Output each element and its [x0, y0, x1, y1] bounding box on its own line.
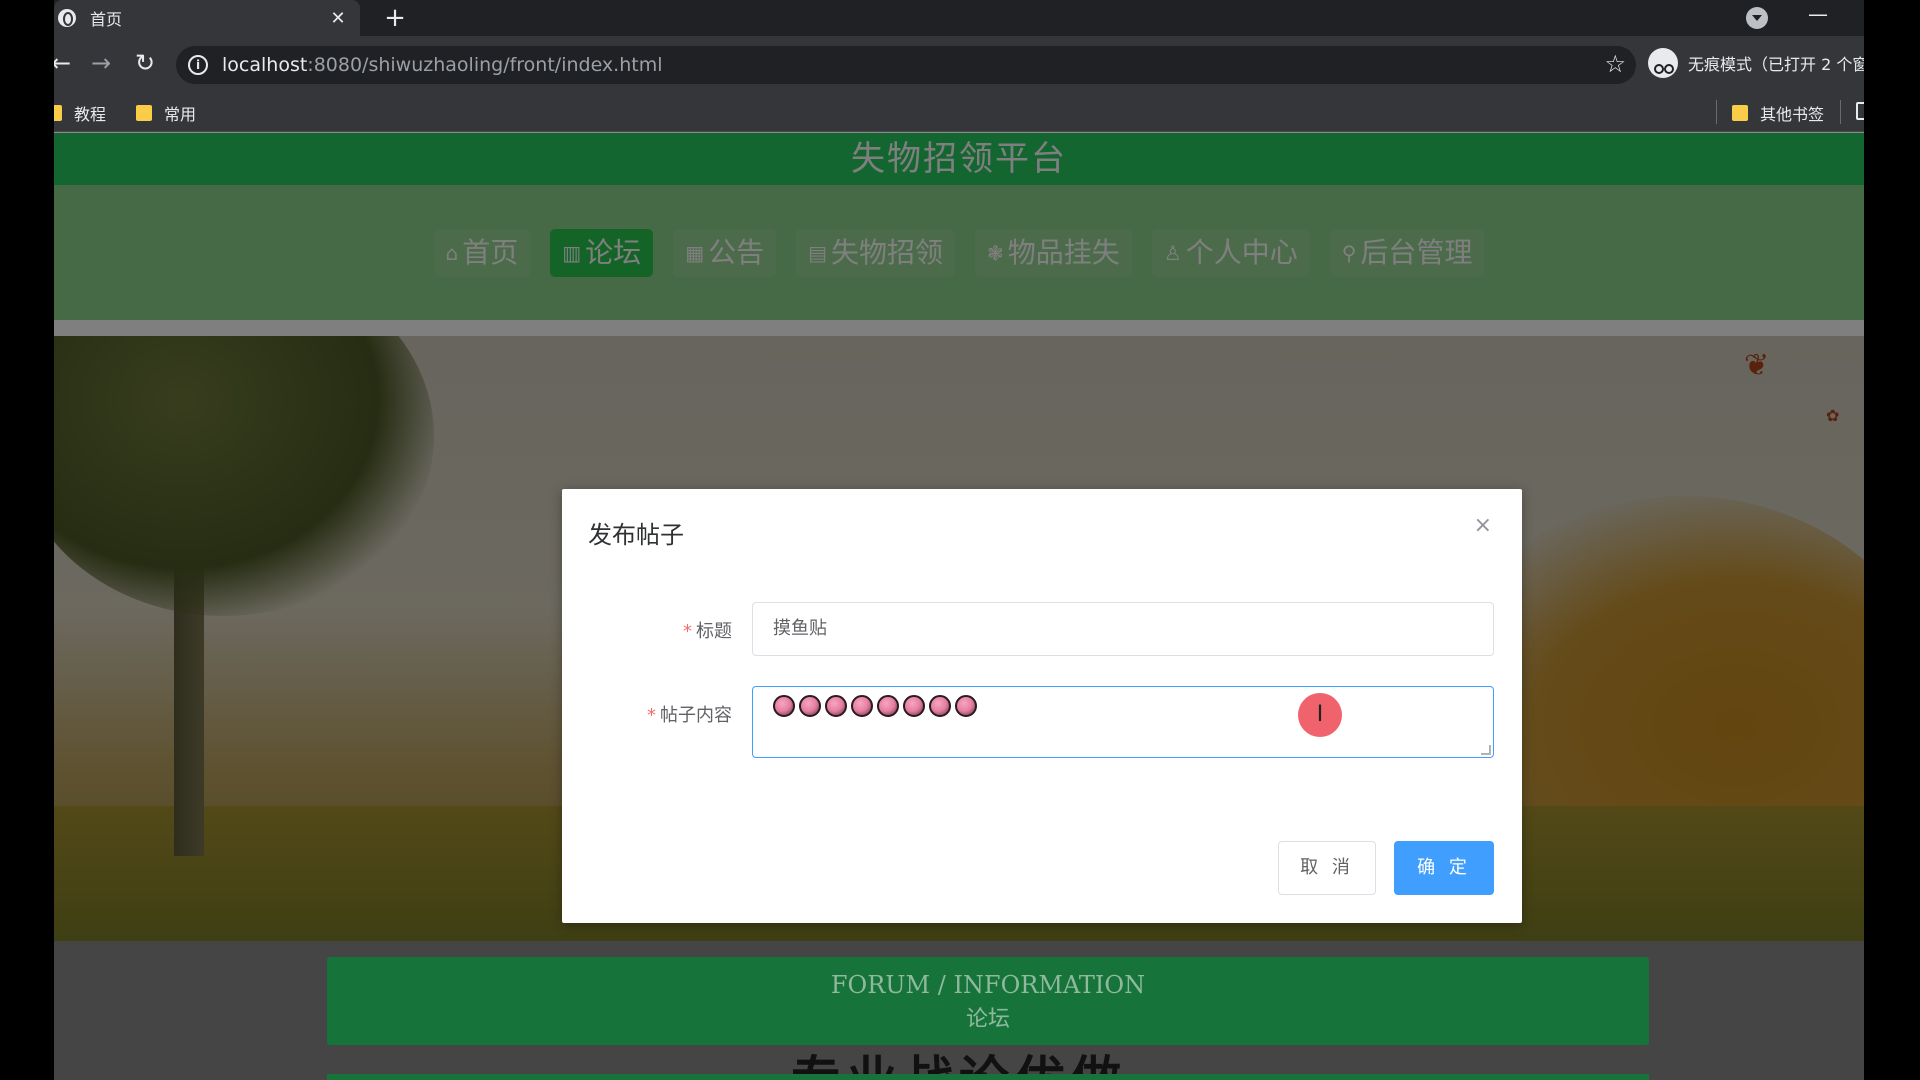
bookmarks-divider: [1840, 100, 1841, 124]
new-tab-button[interactable]: +: [380, 2, 410, 34]
bookmark-folder-common[interactable]: 常用: [136, 101, 196, 125]
site-info-icon[interactable]: i: [188, 55, 208, 75]
forum-section-header-dimmed: FORUM / INFORMATION 论坛: [327, 957, 1649, 1045]
bookmark-folder-tutorial[interactable]: 教程: [54, 101, 106, 125]
emoji-icon: [825, 695, 847, 717]
emoji-icon: [903, 695, 925, 717]
cancel-button[interactable]: 取 消: [1278, 841, 1376, 895]
folder-icon: [1732, 105, 1748, 121]
required-mark: *: [683, 621, 692, 642]
required-mark: *: [647, 705, 656, 726]
section-underline: [327, 1074, 1649, 1080]
bookmark-label: 常用: [164, 105, 197, 124]
emoji-icon: [851, 695, 873, 717]
tab-search-icon[interactable]: [1746, 7, 1768, 29]
incognito-icon: [1648, 48, 1678, 78]
bookmark-label: 教程: [74, 105, 107, 124]
emoji-icon: [955, 695, 977, 717]
bookmarks-divider: [1716, 100, 1717, 124]
back-icon[interactable]: ←: [54, 48, 76, 78]
minimize-button[interactable]: —: [1808, 2, 1828, 26]
folder-icon: [136, 105, 152, 121]
incognito-indicator[interactable]: 无痕模式（已打开 2 个窗: [1648, 48, 1864, 78]
section-title-en: FORUM / INFORMATION: [830, 971, 1146, 999]
url-path: :8080/shiwuzhaoling/front/index.html: [307, 54, 663, 76]
forward-icon[interactable]: →: [86, 48, 116, 78]
emoji-icon: [799, 695, 821, 717]
reading-list-icon[interactable]: [1856, 102, 1864, 120]
text-cursor-icon: I: [1298, 693, 1342, 737]
tab-close-icon[interactable]: ✕: [328, 8, 348, 29]
incognito-text: 无痕模式（已打开 2 个窗: [1688, 55, 1864, 74]
title-label: * 标题: [588, 617, 732, 643]
post-dialog: 发布帖子 × * 标题 摸鱼贴 * 帖子内容 I 取 消 确 定: [562, 489, 1522, 923]
confirm-button[interactable]: 确 定: [1394, 841, 1494, 895]
dialog-title: 发布帖子: [588, 521, 684, 549]
content-emojis: [773, 695, 1473, 717]
emoji-icon: [877, 695, 899, 717]
browser-tab[interactable]: 首页 ✕: [54, 0, 360, 36]
browser-window: 首页 ✕ + — ← → ↻ i localhost :8080/shiwuzh…: [54, 0, 1864, 1080]
globe-icon: [58, 9, 76, 27]
reload-icon[interactable]: ↻: [130, 48, 160, 78]
tab-strip: 首页 ✕ + —: [54, 0, 1864, 36]
browser-toolbar: ← → ↻ i localhost :8080/shiwuzhaoling/fr…: [54, 36, 1864, 92]
section-title-cn: 论坛: [965, 1007, 1010, 1032]
tab-title: 首页: [90, 10, 123, 29]
content-textarea[interactable]: I: [752, 686, 1494, 758]
bookmarks-bar: 教程 常用 其他书签: [54, 92, 1864, 132]
emoji-icon: [773, 695, 795, 717]
bookmark-label: 其他书签: [1760, 105, 1825, 124]
emoji-icon: [929, 695, 951, 717]
resize-handle[interactable]: [1481, 745, 1491, 755]
address-bar[interactable]: i localhost :8080/shiwuzhaoling/front/in…: [176, 46, 1636, 84]
content-label: * 帖子内容: [588, 701, 732, 727]
folder-icon: [54, 105, 62, 121]
bookmark-star-icon[interactable]: ☆: [1604, 50, 1626, 78]
bookmark-folder-other[interactable]: 其他书签: [1732, 101, 1824, 125]
content-label-text: 帖子内容: [660, 705, 732, 726]
url-host: localhost: [222, 54, 308, 76]
title-label-text: 标题: [696, 621, 732, 642]
close-icon[interactable]: ×: [1474, 513, 1492, 538]
title-input[interactable]: 摸鱼贴: [752, 602, 1494, 656]
